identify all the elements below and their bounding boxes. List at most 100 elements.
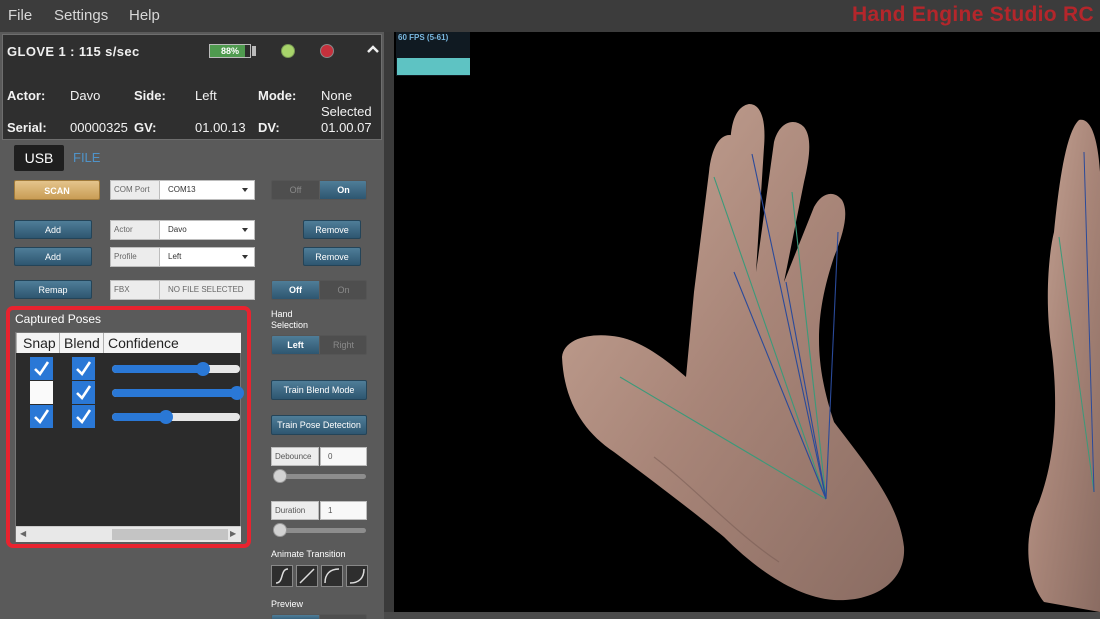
usb-toggle-off[interactable]: Off <box>272 181 319 199</box>
debounce-slider-thumb[interactable] <box>273 469 287 483</box>
chevron-down-icon <box>242 188 248 192</box>
mode-value-line2: Selected <box>321 104 372 119</box>
debounce-input[interactable]: 0 <box>320 447 367 466</box>
fbx-toggle-off[interactable]: Off <box>272 281 319 299</box>
hand-left-option[interactable]: Left <box>272 336 319 354</box>
battery-indicator: 88% <box>209 44 251 58</box>
linear-curve-icon[interactable] <box>296 565 318 587</box>
collapse-chevron-up-icon[interactable] <box>366 41 380 57</box>
debounce-label: Debounce <box>271 447 319 466</box>
add-profile-button[interactable]: Add <box>14 247 92 266</box>
fps-bar <box>397 58 470 75</box>
ease-out-curve-icon[interactable] <box>321 565 343 587</box>
scrollbar-thumb[interactable] <box>112 529 228 540</box>
remove-profile-button[interactable]: Remove <box>303 247 361 266</box>
fps-text: 60 FPS (5-61) <box>398 33 449 42</box>
tab-usb[interactable]: USB <box>14 145 64 171</box>
confidence-slider-fill <box>112 389 237 397</box>
column-separator <box>103 333 104 353</box>
menu-settings[interactable]: Settings <box>54 7 108 24</box>
scroll-left-arrow-icon[interactable]: ◀ <box>20 529 26 538</box>
snap-checkbox[interactable] <box>30 405 53 428</box>
profile-select[interactable]: Left <box>159 247 255 267</box>
remove-actor-button[interactable]: Remove <box>303 220 361 239</box>
snap-checkbox[interactable] <box>30 357 53 380</box>
serial-label: Serial: <box>7 120 47 135</box>
hand-selection-toggle[interactable]: Left Right <box>271 335 367 355</box>
fbx-field-label: FBX <box>110 280 160 300</box>
remap-button[interactable]: Remap <box>14 280 92 299</box>
fps-meter: 60 FPS (5-61) <box>396 32 470 76</box>
usb-toggle[interactable]: Off On <box>271 180 367 200</box>
right-hand-model <box>1028 119 1100 612</box>
menu-file[interactable]: File <box>8 7 32 24</box>
tab-file[interactable]: FILE <box>73 150 100 165</box>
actor-field-label: Actor <box>110 220 160 240</box>
3d-viewport[interactable]: 60 FPS (5-61) <box>394 32 1100 612</box>
left-hand-model <box>562 104 905 601</box>
column-header-blend: Blend <box>64 335 100 351</box>
battery-text: 88% <box>220 46 239 56</box>
actor-label: Actor: <box>7 88 46 103</box>
blend-checkbox[interactable] <box>72 405 95 428</box>
confidence-slider-thumb[interactable] <box>230 386 244 400</box>
captured-poses-title: Captured Poses <box>15 312 102 326</box>
app-title: Hand Engine Studio RC <box>852 3 1094 26</box>
ease-in-out-curve-icon[interactable] <box>271 565 293 587</box>
preview-toggle-on[interactable] <box>272 615 319 619</box>
fbx-toggle[interactable]: Off On <box>271 280 367 300</box>
mode-value-line1: None <box>321 88 353 103</box>
captured-poses-table: Snap Blend Confidence ◀ ▶ <box>15 332 244 542</box>
blend-checkbox[interactable] <box>72 381 95 404</box>
fbx-file-field[interactable]: NO FILE SELECTED <box>159 280 255 300</box>
snap-checkbox[interactable] <box>30 381 53 404</box>
confidence-slider-thumb[interactable] <box>196 362 210 376</box>
scroll-right-arrow-icon[interactable]: ▶ <box>230 529 236 538</box>
train-pose-detection-button[interactable]: Train Pose Detection <box>271 415 367 435</box>
com-port-select[interactable]: COM13 <box>159 180 255 200</box>
hand-right-option[interactable]: Right <box>320 336 366 354</box>
scan-button[interactable]: SCAN <box>14 180 100 200</box>
com-port-label: COM Port <box>110 180 160 200</box>
blend-checkbox[interactable] <box>72 357 95 380</box>
battery-nub <box>252 46 256 56</box>
train-blend-mode-button[interactable]: Train Blend Mode <box>271 380 367 400</box>
ease-in-curve-icon[interactable] <box>346 565 368 587</box>
profile-field-label: Profile <box>110 247 160 267</box>
chevron-down-icon <box>242 255 248 259</box>
actor-select[interactable]: Davo <box>159 220 255 240</box>
preview-label: Preview <box>271 599 304 609</box>
mode-label: Mode: <box>258 88 297 103</box>
actor-select-value: Davo <box>168 225 187 234</box>
side-label: Side: <box>134 88 166 103</box>
glove-info-panel: GLOVE 1 : 115 s/sec 88% Actor: Davo Side… <box>2 34 382 140</box>
gv-label: GV: <box>134 120 157 135</box>
chevron-down-icon <box>242 228 248 232</box>
connected-status-icon[interactable] <box>281 44 295 58</box>
column-separator <box>16 333 17 353</box>
profile-select-value: Left <box>168 252 182 261</box>
record-status-icon[interactable] <box>320 44 334 58</box>
side-value: Left <box>195 88 217 103</box>
debounce-slider-track[interactable] <box>274 474 366 479</box>
captured-poses-panel: Captured Poses Snap Blend Confidence ◀ ▶ <box>6 306 251 548</box>
fbx-toggle-on[interactable]: On <box>320 281 366 299</box>
horizontal-scrollbar[interactable]: ◀ ▶ <box>16 526 241 542</box>
duration-slider-thumb[interactable] <box>273 523 287 537</box>
confidence-slider-fill <box>112 413 166 421</box>
duration-label: Duration <box>271 501 319 520</box>
confidence-slider-thumb[interactable] <box>159 410 173 424</box>
column-header-snap: Snap <box>23 335 56 351</box>
duration-input[interactable]: 1 <box>320 501 367 520</box>
duration-slider-track[interactable] <box>274 528 366 533</box>
hand-model-render <box>562 104 1100 612</box>
serial-value: 00000325 <box>70 120 128 135</box>
gv-value: 01.00.13 <box>195 120 246 135</box>
menu-bar: File Settings Help Hand Engine Studio RC <box>0 0 1100 32</box>
preview-toggle[interactable] <box>271 614 367 619</box>
hand-selection-label: Hand Selection <box>271 309 309 330</box>
menu-help[interactable]: Help <box>129 7 160 24</box>
usb-toggle-on[interactable]: On <box>320 181 366 199</box>
preview-toggle-off[interactable] <box>320 615 366 619</box>
add-actor-button[interactable]: Add <box>14 220 92 239</box>
